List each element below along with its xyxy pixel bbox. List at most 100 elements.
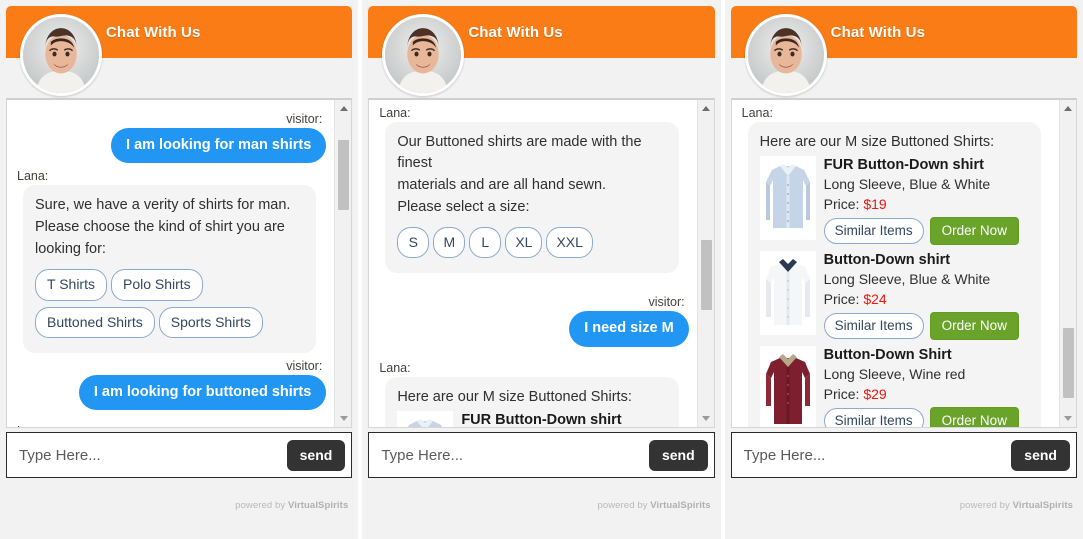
transcript-scrollbar-1[interactable]	[334, 100, 352, 427]
product-card: FUR Button-Down shirt Long Sleeve, Blue …	[759, 156, 1029, 246]
send-button-1[interactable]: send	[286, 439, 346, 471]
scroll-up-arrow-icon[interactable]	[335, 100, 351, 117]
message-composer-2: send	[368, 432, 715, 478]
size-chip-s[interactable]: S	[397, 227, 430, 259]
quick-reply-chip-buttoned-shirts[interactable]: Buttoned Shirts	[35, 306, 155, 339]
price-amount: $19	[863, 195, 887, 212]
scroll-down-arrow-icon[interactable]	[335, 410, 351, 427]
message-input-2[interactable]	[379, 445, 649, 465]
send-button-3[interactable]: send	[1011, 439, 1070, 471]
quick-reply-chip-sports-shirts[interactable]: Sports Shirts	[158, 306, 263, 339]
similar-items-button[interactable]: Similar Items	[823, 218, 924, 245]
widget-header-block-1: Chat With Us	[6, 6, 353, 98]
product-action-row: Similar Items Order Now	[823, 407, 1029, 427]
speaker-label-visitor: visitor:	[648, 295, 685, 310]
scrollbar-thumb[interactable]	[1062, 328, 1074, 398]
price-label: Price:	[823, 195, 864, 212]
message-row-visitor: I am looking for buttoned shirts	[15, 375, 327, 411]
message-composer-1: send	[6, 432, 353, 478]
message-row-bot: Our Buttoned shirts are made with the fi…	[377, 122, 688, 274]
powered-by-label-3: powered by VirtualSpirits	[960, 500, 1073, 511]
chat-title-3: Chat With Us	[830, 23, 926, 41]
message-input-3[interactable]	[741, 445, 1012, 465]
speaker-label-visitor: visitor:	[286, 112, 323, 126]
chat-transcript-1: visitor: I am looking for man shirts Lan…	[6, 98, 353, 428]
product-image-wine-red-dress-shirt	[759, 346, 816, 427]
message-row-bot-products: Here are our M size Buttoned Shirts: FUR…	[377, 376, 688, 427]
product-price: Price: $19	[824, 194, 1029, 214]
quick-reply-chip-polo-shirts[interactable]: Polo Shirts	[110, 269, 203, 301]
scroll-down-arrow-icon[interactable]	[1060, 410, 1076, 427]
bot-product-bubble: Here are our M size Buttoned Shirts: FUR…	[385, 376, 679, 427]
quick-reply-chip-group: T Shirts Polo Shirts Buttoned Shirts Sports…	[35, 266, 304, 341]
chat-transcript-3: Lana: Here are our M size Buttoned Shirt…	[730, 98, 1077, 428]
bot-product-bubble: Here are our M size Buttoned Shirts: FUR…	[747, 122, 1041, 427]
order-now-button[interactable]: Order Now	[929, 312, 1019, 341]
send-button-2[interactable]: send	[648, 439, 708, 471]
product-details: FUR Button-Down shirt Long Sleeve, Blue …	[823, 156, 1029, 246]
price-label: Price:	[823, 385, 864, 402]
widget-footer-2: powered by VirtualSpirits	[368, 478, 715, 539]
transcript-scrollbar-3[interactable]	[1058, 100, 1076, 427]
message-row-visitor: I need size M	[377, 311, 689, 347]
product-list-heading: Here are our M size Buttoned Shirts:	[397, 388, 632, 405]
product-card: Button-Down shirt Long Sleeve, Blue & Wh…	[759, 251, 1029, 341]
bot-message-line: materials and are all hand sewn.	[397, 177, 607, 194]
product-card: FUR Button-Down shirt Long Sleeve, Blue …	[397, 410, 666, 427]
scroll-up-arrow-icon[interactable]	[698, 100, 714, 117]
product-details: Button-Down Shirt Long Sleeve, Wine red …	[823, 346, 1029, 427]
bot-message-line: Sure, we have a verity of shirts for man…	[35, 197, 291, 214]
similar-items-button[interactable]: Similar Items	[823, 408, 924, 427]
scrollbar-thumb[interactable]	[700, 240, 712, 310]
scroll-up-arrow-icon[interactable]	[1060, 100, 1076, 117]
speaker-label-bot: Lana:	[17, 424, 326, 427]
powered-prefix: powered by	[959, 500, 1013, 511]
product-details: FUR Button-Down shirt Long Sleeve, Blue …	[461, 411, 666, 427]
chat-transcript-2: Lana: Our Buttoned shirts are made with …	[368, 98, 715, 428]
bot-message-bubble: Sure, we have a verity of shirts for man…	[23, 185, 317, 354]
product-list-heading: Here are our M size Buttoned Shirts:	[759, 134, 995, 150]
visitor-message-bubble: I need size M	[569, 311, 689, 347]
chat-title-2: Chat With Us	[468, 23, 563, 41]
widget-header-block-2: Chat With Us	[368, 6, 715, 98]
product-card: Button-Down Shirt Long Sleeve, Wine red …	[759, 346, 1029, 427]
order-now-button[interactable]: Order Now	[929, 407, 1019, 427]
agent-avatar-icon-1	[20, 14, 102, 96]
chat-widget-panel-2: Chat With Us Lana: Our Buttoned shirts a…	[362, 0, 721, 539]
scroll-down-arrow-icon[interactable]	[698, 410, 714, 427]
product-image-blue-white-dress-shirt	[397, 410, 454, 427]
speaker-label-bot: Lana:	[17, 169, 49, 184]
product-title: FUR Button-Down shirt	[461, 411, 622, 427]
brand-name: VirtualSpirits	[287, 500, 349, 511]
message-list-3: Lana: Here are our M size Buttoned Shirt…	[732, 100, 1059, 427]
order-now-button[interactable]: Order Now	[929, 217, 1019, 246]
similar-items-button[interactable]: Similar Items	[823, 313, 924, 340]
bot-message-line: Please choose the kind of shirt you are	[35, 219, 285, 236]
message-input-1[interactable]	[17, 445, 287, 465]
size-chip-xxl[interactable]: XXL	[546, 227, 593, 259]
product-price: Price: $24	[824, 289, 1029, 309]
powered-prefix: powered by	[597, 500, 651, 511]
powered-by-label-2: powered by VirtualSpirits	[597, 500, 710, 511]
price-amount: $29	[863, 385, 887, 402]
chatbot-screenshot-stage: Chat With Us visitor: I am looking for m…	[0, 0, 1083, 539]
message-row-bot-products: Here are our M size Buttoned Shirts: FUR…	[740, 122, 1051, 427]
product-title: FUR Button-Down shirt	[823, 157, 984, 174]
chat-widget-panel-1: Chat With Us visitor: I am looking for m…	[0, 0, 359, 539]
message-row-visitor: I am looking for man shirts	[15, 128, 327, 164]
speaker-label-bot: Lana:	[741, 106, 773, 120]
chat-widget-panel-3: Chat With Us Lana: Here are our M size B…	[724, 0, 1083, 539]
size-chip-l[interactable]: L	[469, 227, 502, 259]
widget-footer-3: powered by VirtualSpirits	[730, 478, 1077, 539]
bot-message-line: looking for:	[35, 241, 106, 258]
scrollbar-thumb[interactable]	[338, 140, 350, 210]
transcript-scrollbar-2[interactable]	[696, 100, 714, 427]
size-chip-m[interactable]: M	[433, 227, 466, 259]
quick-reply-chip-t-shirts[interactable]: T Shirts	[35, 269, 107, 301]
widget-header-block-3: Chat With Us	[730, 6, 1077, 98]
product-action-row: Similar Items Order Now	[823, 217, 1029, 246]
product-description: Long Sleeve, Blue & White	[823, 270, 991, 287]
size-chip-xl[interactable]: XL	[505, 227, 543, 259]
speaker-label-visitor: visitor:	[286, 359, 323, 374]
product-image-blue-white-dress-shirt	[759, 156, 816, 241]
